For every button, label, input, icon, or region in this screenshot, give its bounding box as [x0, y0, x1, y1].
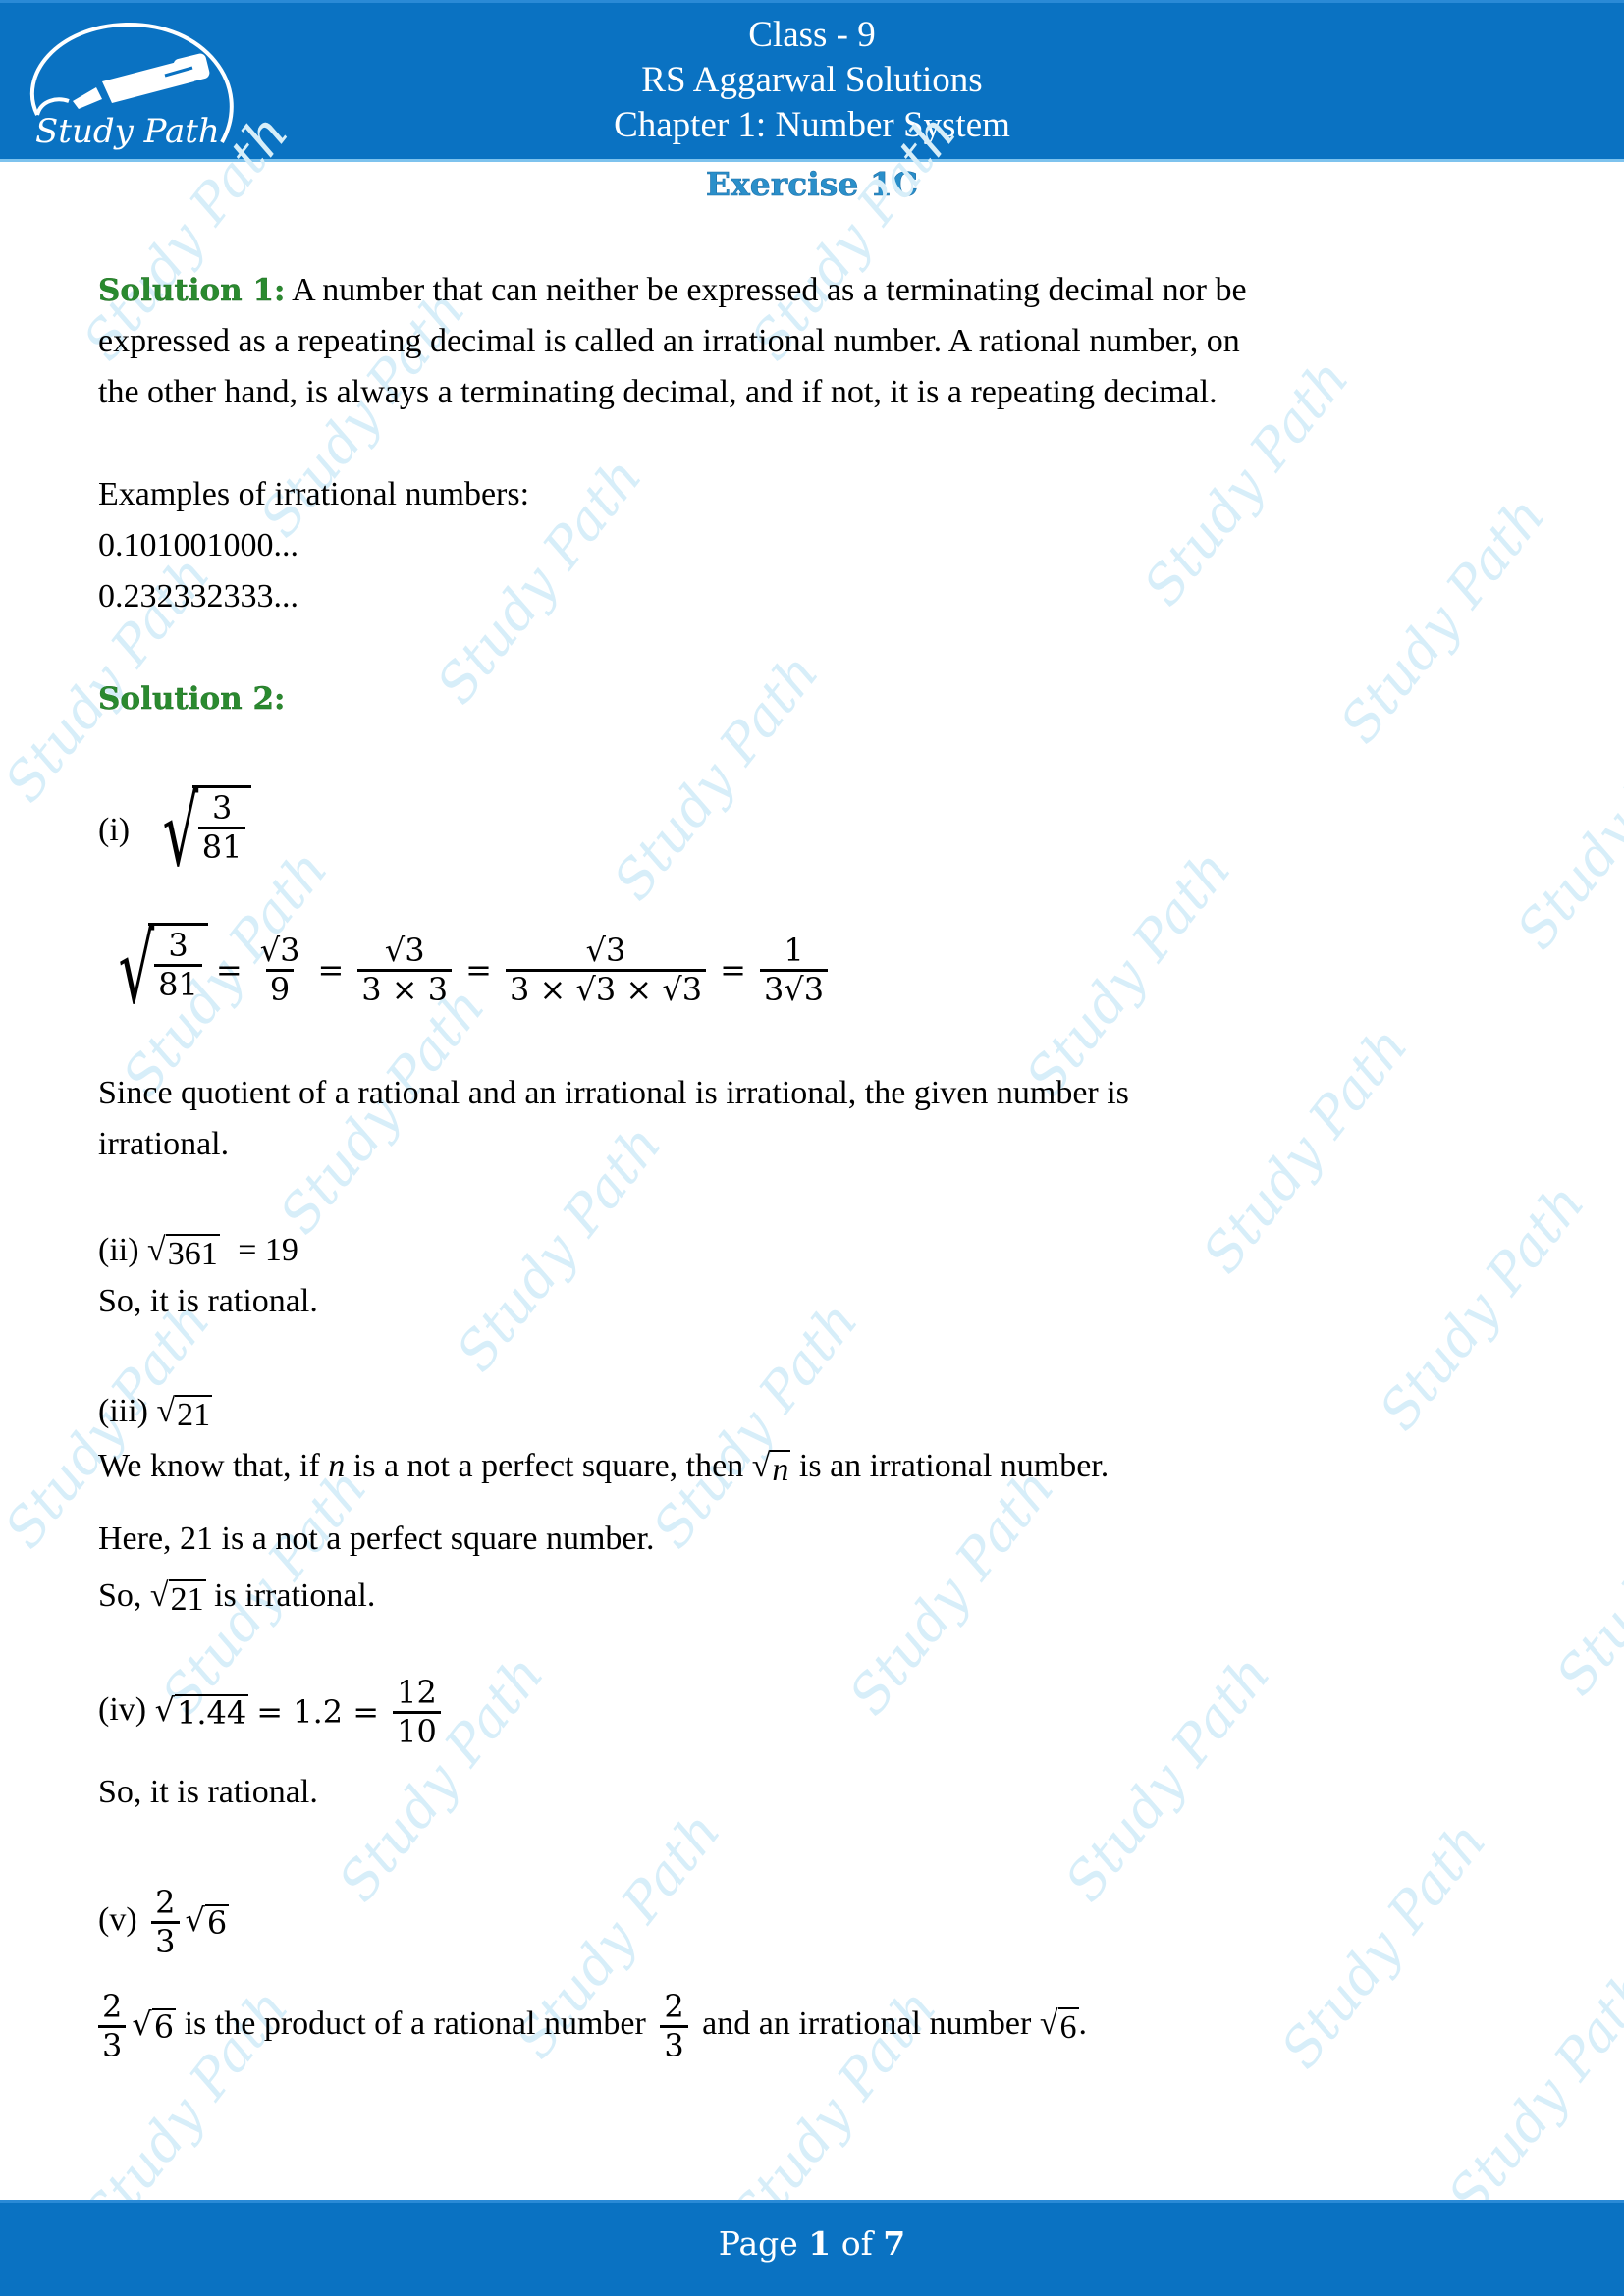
- part-iii-line-1: We know that, if n is a not a perfect sq…: [98, 1448, 1110, 1488]
- part-iii-line-2: Here, 21 is a not a perfect square numbe…: [98, 1521, 655, 1557]
- page-indicator: Page 1 of 7: [718, 2224, 906, 2263]
- part-iv-heading: (iv) √ 1.44 = 1.2 = 12 10: [98, 1675, 447, 1750]
- watermark: Study Path: [601, 642, 831, 912]
- part-i-conclusion-2: irrational.: [98, 1126, 230, 1162]
- watermark: Study Path: [1190, 1015, 1420, 1285]
- example-item: 0.101001000...: [98, 527, 298, 563]
- header-divider: [0, 159, 1624, 162]
- part-ii-conclusion: So, it is rational.: [98, 1283, 318, 1319]
- solution-1-label: Solution 1:: [98, 273, 286, 308]
- page-header: Study Path Class - 9 RS Aggarwal Solutio…: [0, 0, 1624, 161]
- current-page: 1: [808, 2224, 832, 2263]
- part-iv-conclusion: So, it is rational.: [98, 1774, 318, 1810]
- book-title: RS Aggarwal Solutions: [641, 60, 983, 100]
- class-label: Class - 9: [748, 15, 876, 55]
- watermark: Study Path: [444, 1113, 674, 1383]
- page-footer: Page 1 of 7: [0, 2200, 1624, 2296]
- watermark: Study Path: [1053, 1643, 1282, 1913]
- watermark: Study Path: [1269, 1810, 1498, 2080]
- part-v-explanation: 23 √ 6 is the product of a rational numbe…: [92, 1989, 1087, 2064]
- part-ii-heading: (ii) √ 361 = 19: [98, 1232, 298, 1272]
- solution-1-line-2: expressed as a repeating decimal is call…: [98, 323, 1240, 359]
- exercise-title: Exercise 1C: [705, 165, 919, 204]
- watermark: Study Path: [1504, 691, 1624, 961]
- watermark: Study Path: [837, 1457, 1066, 1727]
- part-i-conclusion-1: Since quotient of a rational and an irra…: [98, 1075, 1129, 1111]
- part-iii-line-3: So, √ 21 is irrational.: [98, 1577, 376, 1618]
- solution-1-line-3: the other hand, is always a terminating …: [98, 374, 1218, 410]
- part-i-equation: √ 3 81 = √3 9 = √3 3 × 3 = √3 3 × √3 × √3 = 1…: [94, 923, 834, 1017]
- solution-2-label: Solution 2:: [98, 681, 286, 717]
- part-i-expression: √ 3 81: [138, 785, 252, 880]
- chapter-title: Chapter 1: Number System: [614, 105, 1010, 145]
- total-pages: 7: [883, 2224, 906, 2263]
- watermark: Study Path: [1367, 1172, 1597, 1442]
- watermark: Study Path: [1327, 485, 1557, 755]
- watermark: Study Path: [1543, 1438, 1624, 1707]
- part-iii-heading: (iii) √ 21: [98, 1393, 213, 1433]
- watermark: Study Path: [1435, 1957, 1624, 2227]
- part-v-heading: (v) 23 √ 6: [98, 1884, 230, 1960]
- solution-1-line-1: Solution 1: A number that can neither be…: [98, 272, 1247, 308]
- examples-heading: Examples of irrational numbers:: [98, 476, 530, 512]
- example-item: 0.232332333...: [98, 578, 298, 614]
- part-i-heading: (i) √ 3 81: [98, 785, 252, 880]
- watermark: Study Path: [640, 1290, 870, 1560]
